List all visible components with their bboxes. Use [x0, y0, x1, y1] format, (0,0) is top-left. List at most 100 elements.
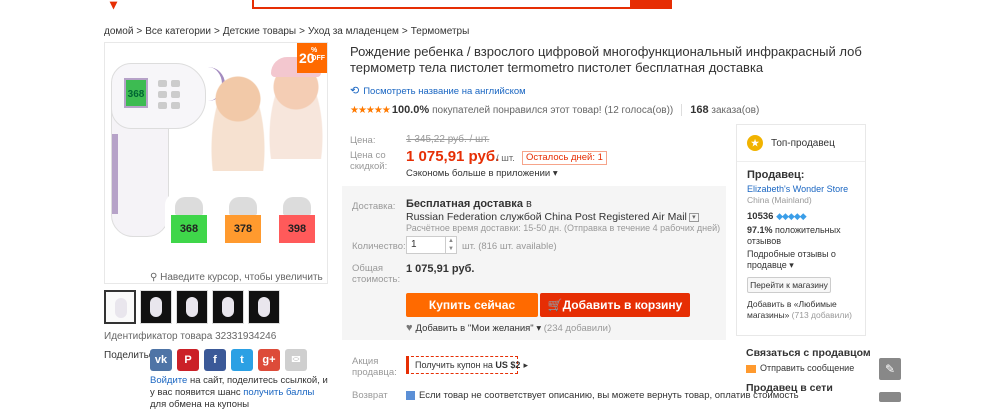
go-to-store-button[interactable]: Перейти к магазину — [747, 277, 831, 293]
chevron-down-icon: ▾ — [786, 260, 794, 270]
breadcrumb-baby-care[interactable]: Уход за младенцем — [308, 26, 399, 37]
breadcrumb-all-categories[interactable]: Все категории — [145, 26, 211, 37]
shipping-time: Расчётное время доставки: 15-50 дн. (Отп… — [406, 223, 721, 233]
heart-icon: ♥ — [406, 322, 413, 334]
translate-link[interactable]: ⟲ Посмотреть название на английском — [350, 84, 526, 97]
thumbnail[interactable] — [104, 290, 136, 324]
translate-link-text[interactable]: Посмотреть название на английском — [363, 86, 525, 97]
top-seller-label: Топ-продавец — [771, 138, 835, 149]
points-link[interactable]: получить баллы — [243, 387, 314, 398]
quantity-label: Количество: — [352, 241, 406, 252]
coupon-value: US $2 — [495, 360, 521, 370]
baby-photo — [209, 71, 267, 171]
item-id: Идентификатор товара 32331934246 — [104, 331, 277, 342]
share-points-text: Войдите на сайт, поделитесь ссылкой, и у… — [150, 375, 330, 411]
send-message-text[interactable]: Отправить сообщение — [760, 363, 854, 373]
pinterest-icon[interactable]: P — [177, 349, 199, 371]
variant-red: 398 — [273, 193, 321, 269]
app-save-text[interactable]: Сэкономь больше в приложении — [406, 168, 550, 179]
orders-label: заказа(ов) — [708, 105, 760, 116]
zoom-hint-text: Наведите курсор, чтобы увеличить — [160, 272, 323, 283]
favorite-store-count: (713 добавили) — [791, 310, 852, 320]
rating-percent: 100.0% — [391, 104, 430, 116]
rating-description[interactable]: покупателей понравился этот товар! (12 г… — [432, 105, 673, 116]
variant-screen: 398 — [279, 215, 315, 243]
product-main-image[interactable]: 368 20% OFF 368 378 398 — [104, 42, 328, 284]
orders-count: 168 — [690, 104, 709, 116]
translate-icon: ⟲ — [350, 85, 360, 97]
breadcrumb-separator: > — [213, 26, 220, 37]
thermometer-band — [112, 134, 118, 214]
chevron-down-icon: ▾ — [550, 168, 558, 179]
per-unit: / шт. — [496, 153, 515, 164]
twitter-icon[interactable]: t — [231, 349, 253, 371]
thermometer-variants: 368 378 398 — [165, 193, 325, 271]
search-button[interactable] — [632, 0, 672, 9]
wishlist-label[interactable]: Добавить в "Мои желания" — [416, 323, 534, 334]
search-input[interactable] — [252, 0, 632, 9]
cart-icon: 🛒 — [547, 298, 563, 312]
thermometer-head-shape: 368 — [111, 63, 206, 129]
old-price: 1 345,22 руб. / шт. — [406, 134, 490, 145]
site-logo[interactable]: ▾ — [110, 0, 140, 11]
floating-action-icon[interactable] — [879, 392, 901, 402]
variant-orange: 378 — [219, 193, 267, 269]
wishlist-link[interactable]: ♥ Добавить в "Мои желания" ▾ (234 добавил… — [406, 322, 611, 334]
email-icon[interactable]: ✉ — [285, 349, 307, 371]
shipping-dropdown-icon[interactable]: ▾ — [688, 212, 699, 222]
thumb-shape — [258, 297, 270, 317]
login-link[interactable]: Войдите — [150, 375, 187, 386]
app-save-dropdown[interactable]: Сэкономь больше в приложении ▾ — [406, 168, 558, 179]
divider — [681, 104, 683, 117]
shipping-destination[interactable]: Russian Federation службой China Post Re… — [406, 211, 687, 223]
send-message-link[interactable]: Отправить сообщение — [746, 363, 854, 373]
store-name-link[interactable]: Elizabeth's Wonder Store — [747, 184, 848, 194]
shipping-to: в — [522, 198, 532, 210]
google-plus-icon[interactable]: g+ — [258, 349, 280, 371]
zoom-hint: ⚲ Наведите курсор, чтобы увеличить — [150, 272, 323, 283]
add-favorite-store[interactable]: Добавить в «Любимые магазины» (713 добав… — [747, 299, 863, 321]
quantity-input[interactable]: 1 — [406, 236, 446, 254]
vk-icon[interactable]: vk — [150, 349, 172, 371]
thumbnail[interactable] — [248, 290, 280, 324]
breadcrumb-home[interactable]: домой — [104, 26, 133, 37]
breadcrumb-separator: > — [401, 26, 408, 37]
thumbnail[interactable] — [140, 290, 172, 324]
thumbnail[interactable] — [212, 290, 244, 324]
seller-online-title: Продавец в сети — [746, 382, 833, 394]
shipping-method[interactable]: Russian Federation службой China Post Re… — [406, 211, 699, 223]
thumbnail[interactable] — [176, 290, 208, 324]
return-icon — [406, 390, 415, 400]
envelope-icon — [746, 364, 756, 373]
coupon-arrow-icon: ▸ — [523, 360, 528, 370]
seller-feedback-details[interactable]: Подробные отзывы о продавце ▾ — [747, 249, 859, 271]
seller-score-value: 10536 — [747, 211, 774, 222]
store-country: China (Mainland) — [747, 195, 812, 205]
divider — [737, 161, 865, 162]
seller-panel: ★ Топ-продавец Продавец: Elizabeth's Won… — [736, 124, 866, 336]
facebook-icon[interactable]: f — [204, 349, 226, 371]
variant-screen: 368 — [171, 215, 207, 243]
variant-cap — [175, 197, 203, 215]
free-shipping: Бесплатная доставка — [406, 198, 523, 210]
edit-icon[interactable]: ✎ — [879, 358, 901, 380]
contact-seller-panel: Связаться с продавцом Отправить сообщени… — [736, 340, 871, 402]
seller-feedback: 97.1% положительных отзывов — [747, 225, 859, 247]
breadcrumb-separator: > — [136, 26, 143, 37]
buy-now-button[interactable]: Купить сейчас — [406, 293, 538, 317]
breadcrumb-kids[interactable]: Детские товары — [223, 26, 296, 37]
thermometer-buttons — [156, 78, 194, 114]
quantity-stepper[interactable]: ▲ ▼ — [445, 236, 457, 254]
coupon-button[interactable]: Получить купон на US $2 ▸ — [406, 356, 528, 374]
thumb-shape — [222, 297, 234, 317]
badge-pct: % — [311, 47, 318, 54]
breadcrumb-thermometers[interactable]: Термометры — [411, 26, 470, 37]
price-label: Цена: — [350, 135, 376, 146]
seller-score: 10536 ◆◆◆◆◆ — [747, 211, 807, 222]
promo-label: Акция продавца: — [352, 356, 397, 378]
return-label: Возврат — [352, 390, 388, 401]
discount-price-label: Цена со скидкой: — [350, 150, 388, 172]
add-to-cart-button[interactable]: 🛒Добавить в корзину — [540, 293, 690, 317]
chevron-down-icon: ▾ — [533, 323, 544, 334]
breadcrumb: домой > Все категории > Детские товары > Уход … — [104, 26, 469, 37]
